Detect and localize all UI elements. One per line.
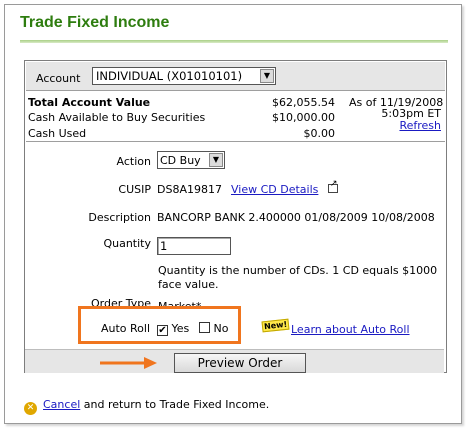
account-select[interactable]: INDIVIDUAL (X01010101) ▼ xyxy=(92,67,276,85)
quantity-note-line1: Quantity is the number of CDs. 1 CD equa… xyxy=(158,264,438,277)
cancel-row: ✕ Cancel and return to Trade Fixed Income… xyxy=(24,398,269,415)
cusip-label: CUSIP xyxy=(118,183,151,196)
summary-divider xyxy=(26,141,445,142)
total-account-value-label: Total Account Value xyxy=(28,96,151,109)
description-label: Description xyxy=(88,211,151,224)
quantity-input-value: 1 xyxy=(160,239,168,253)
auto-roll-no-label-overlay: No xyxy=(213,322,229,335)
refresh-link[interactable]: Refresh xyxy=(345,119,441,132)
auto-roll-no-checkbox-overlay[interactable] xyxy=(199,322,210,333)
action-select[interactable]: CD Buy ▼ xyxy=(157,151,225,169)
action-label: Action xyxy=(116,155,151,168)
quantity-label: Quantity xyxy=(103,237,151,250)
account-select-value: INDIVIDUAL (X01010101) xyxy=(96,69,243,83)
auto-roll-yes-overlay[interactable]: ✔ Yes xyxy=(157,322,189,336)
cash-used-label: Cash Used xyxy=(28,127,87,140)
description-value: BANCORP BANK 2.400000 01/08/2009 10/08/2… xyxy=(157,211,435,224)
cancel-link[interactable]: Cancel xyxy=(43,398,80,411)
quantity-input[interactable]: 1 xyxy=(157,237,231,255)
auto-roll-yes-checkbox-overlay[interactable]: ✔ xyxy=(157,325,168,336)
total-account-value: $62,055.54 xyxy=(272,96,335,109)
cash-available-label: Cash Available to Buy Securities xyxy=(28,111,206,124)
auto-roll-no-overlay[interactable]: No xyxy=(199,322,228,335)
view-cd-details-link[interactable]: View CD Details xyxy=(231,183,318,196)
cash-available-value: $10,000.00 xyxy=(272,111,335,124)
cash-used-value: $0.00 xyxy=(303,127,336,140)
cancel-text: and return to Trade Fixed Income. xyxy=(80,398,270,411)
account-bar: Account INDIVIDUAL (X01010101) ▼ xyxy=(26,62,445,91)
external-link-icon xyxy=(328,179,338,193)
chevron-down-icon[interactable]: ▼ xyxy=(209,153,223,167)
account-label: Account xyxy=(36,72,81,85)
learn-auto-roll-link[interactable]: Learn about Auto Roll xyxy=(291,323,410,336)
cusip-value: DS8A19817 xyxy=(157,183,222,196)
auto-roll-yes-label-overlay: Yes xyxy=(171,322,190,335)
arrow-icon xyxy=(100,357,157,369)
action-select-value: CD Buy xyxy=(160,154,201,167)
quantity-note-line2: face value. xyxy=(158,278,219,291)
chevron-down-icon[interactable]: ▼ xyxy=(260,69,274,83)
page-title: Trade Fixed Income xyxy=(20,14,170,31)
auto-roll-label-overlay: Auto Roll xyxy=(100,322,150,335)
title-underline xyxy=(20,40,448,43)
cancel-icon[interactable]: ✕ xyxy=(24,402,37,415)
preview-order-button[interactable]: Preview Order xyxy=(174,353,306,373)
